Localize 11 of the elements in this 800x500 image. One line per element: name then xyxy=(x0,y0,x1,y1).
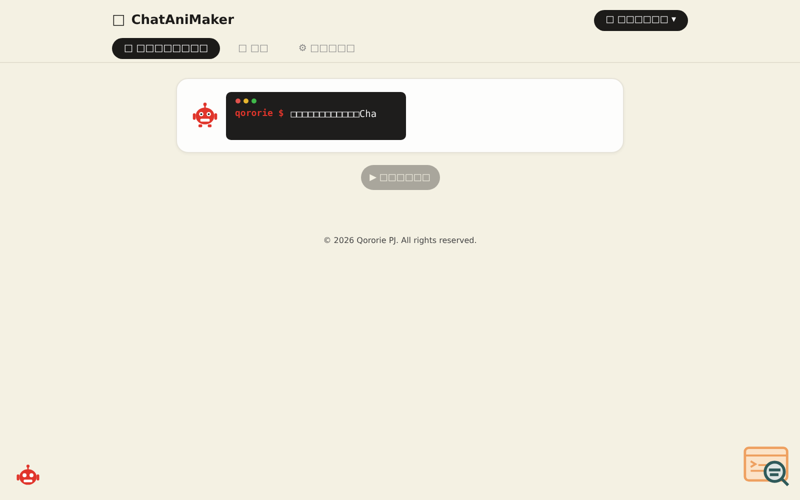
tab[interactable]: ⚙ □□□□□ xyxy=(286,38,368,59)
tab[interactable]: □ □□ xyxy=(226,38,280,59)
logo-icon: □ xyxy=(112,12,126,28)
terminal-text: □□□□□□□□□□□□Cha xyxy=(290,108,377,120)
language-button[interactable]: □ □□□□□□ ▾ xyxy=(594,10,688,30)
terminal-prompt: qororie $ xyxy=(235,109,284,119)
copyright-text: © 2026 Qororie PJ. All rights reserved. xyxy=(323,236,477,245)
window-dots-icon xyxy=(235,98,257,104)
tab[interactable]: □ □□□□□□□□ xyxy=(112,38,220,59)
code-search-icon[interactable] xyxy=(743,445,791,489)
app-title: ChatAniMaker xyxy=(131,12,234,28)
